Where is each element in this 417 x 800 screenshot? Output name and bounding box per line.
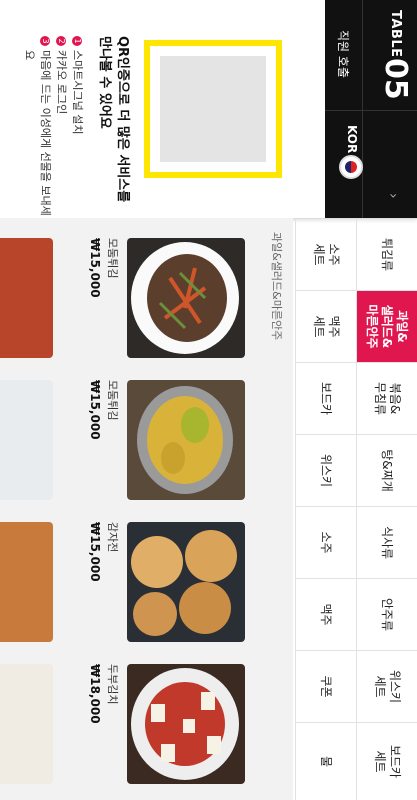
menu-image-partial[interactable] bbox=[0, 238, 53, 358]
staff-call-label: 직원 호출 bbox=[336, 30, 350, 78]
menu-price: ₩15,000 bbox=[88, 380, 102, 440]
menu-text: 두부김치 ₩18,000 bbox=[88, 664, 121, 784]
category-grid: 튀김류 소주 세트 과일& 샐러드& 마른안주 맥주 세트 볶음& 무침류 보드… bbox=[293, 218, 417, 800]
step-item: 1 스마트시그널 설치 bbox=[69, 36, 85, 216]
step-number: 3 bbox=[40, 36, 51, 46]
category-item[interactable]: 볶음& 무침류 bbox=[356, 363, 417, 435]
step-text: 스마트시그널 설치 bbox=[71, 50, 84, 135]
menu-card[interactable] bbox=[127, 522, 245, 642]
menu-name: 감자전 bbox=[106, 522, 119, 553]
category-item[interactable]: 보드카 세트 bbox=[356, 723, 417, 800]
category-item[interactable]: 식사류 bbox=[356, 507, 417, 579]
menu-name: 두부김치 bbox=[106, 664, 119, 705]
qr-code-frame bbox=[144, 40, 282, 178]
menu-name: 모둠튀김 bbox=[106, 238, 119, 279]
category-item[interactable]: 소주 세트 bbox=[295, 219, 356, 291]
person-icon bbox=[288, 6, 306, 22]
chevron-right-icon: › bbox=[385, 193, 401, 199]
menu-price: ₩15,000 bbox=[88, 522, 102, 582]
section-title: 과일&샐러드&마른안주 bbox=[270, 232, 283, 341]
menu-info bbox=[127, 664, 245, 784]
menu-text: 모둠튀김 ₩15,000 bbox=[88, 380, 121, 500]
language-button[interactable]: › KOR bbox=[325, 111, 417, 218]
category-item[interactable]: 소주 bbox=[295, 507, 356, 579]
qr-code-image bbox=[160, 56, 266, 162]
menu-image-partial[interactable] bbox=[0, 380, 53, 500]
header-panel: TABLE 05 직원 호출 › KOR QR인증으로 더 많은 서비스를 만나… bbox=[0, 0, 417, 218]
menu-image-potato-pancake bbox=[127, 522, 245, 642]
menu-price: ₩15,000 bbox=[88, 238, 102, 298]
category-item-active[interactable]: 과일& 샐러드& 마른안주 bbox=[356, 291, 417, 363]
menu-image-partial[interactable] bbox=[0, 522, 53, 642]
step-text: 마음에 드는 이성에게 선물을 보내세요 bbox=[23, 50, 53, 216]
category-item[interactable]: 위스키 bbox=[295, 435, 356, 507]
step-text: 카카오 로그인 bbox=[55, 50, 69, 115]
category-item[interactable]: 위스키 세트 bbox=[356, 651, 417, 723]
step-number: 2 bbox=[56, 36, 67, 46]
language-label: KOR bbox=[345, 125, 359, 154]
korea-flag-icon bbox=[339, 155, 363, 179]
category-item[interactable]: 안주류 bbox=[356, 579, 417, 651]
menu-card[interactable] bbox=[127, 380, 245, 500]
category-item[interactable]: 물 bbox=[295, 723, 356, 800]
menu-text: 감자전 ₩15,000 bbox=[88, 522, 121, 642]
menu-text: 모둠튀김 ₩15,000 bbox=[88, 238, 121, 358]
category-item[interactable]: 맥주 세트 bbox=[295, 291, 356, 363]
table-bar: TABLE 05 직원 호출 › KOR bbox=[289, 0, 417, 218]
steps-list: 1 스마트시그널 설치 2 카카오 로그인 3 마음에 드는 이성에게 선물을 보내세… bbox=[21, 36, 85, 216]
step-number: 1 bbox=[72, 36, 82, 46]
table-number: 05 bbox=[378, 58, 413, 100]
step-item: 3 마음에 드는 이성에게 선물을 보내세요 bbox=[21, 36, 53, 216]
menu-image-partial[interactable] bbox=[0, 664, 53, 784]
menu-image-fried-assorted bbox=[127, 380, 245, 500]
category-item[interactable]: 튀김류 bbox=[356, 219, 417, 291]
menu-price: ₩18,000 bbox=[88, 664, 102, 724]
category-item[interactable]: 맥주 bbox=[295, 579, 356, 651]
table-label: TABLE bbox=[388, 10, 403, 58]
menu-name: 모둠튀김 bbox=[106, 380, 119, 421]
menu-card[interactable] bbox=[127, 238, 245, 358]
step-item: 2 카카오 로그인 bbox=[53, 36, 69, 216]
category-item[interactable]: 보드카 bbox=[295, 363, 356, 435]
menu-image-stir-fry bbox=[127, 238, 245, 358]
landscape-stage: TABLE 05 직원 호출 › KOR QR인증으로 더 많은 서비스를 만나… bbox=[0, 0, 417, 800]
qr-title: QR인증으로 더 많은 서비스를 만나볼 수 있어요 bbox=[97, 36, 130, 203]
category-item[interactable]: 쿠폰 bbox=[295, 651, 356, 723]
category-item[interactable]: 탕&찌개 bbox=[356, 435, 417, 507]
